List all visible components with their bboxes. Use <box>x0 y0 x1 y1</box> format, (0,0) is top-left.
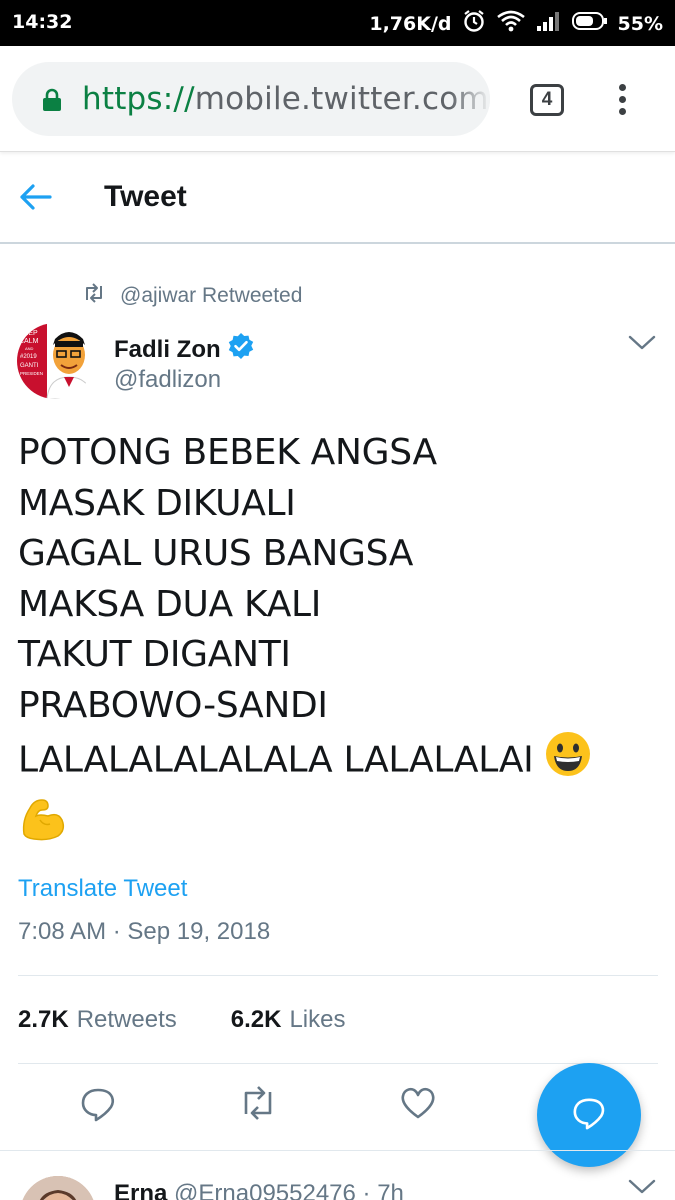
back-arrow-icon[interactable] <box>18 182 52 217</box>
url-bar[interactable]: https://mobile.twitter.com/fadlizon <box>12 62 490 136</box>
reply-avatar[interactable] <box>20 1176 96 1200</box>
status-icons: 1,76K/d 55% <box>369 9 663 38</box>
battery-percent: 55% <box>617 12 663 35</box>
battery-icon <box>571 11 608 36</box>
chevron-down-icon[interactable] <box>628 1178 656 1200</box>
reply-author-name: Erna <box>114 1180 168 1200</box>
url-text: https://mobile.twitter.com/fadlizon <box>82 81 490 117</box>
tweet-line: TAKUT DIGANTI <box>18 634 291 675</box>
verified-badge-icon <box>227 332 255 367</box>
tweet-line: LALALALALALALA LALALALAI <box>18 739 534 781</box>
tweet-line: MASAK DIKUALI <box>18 482 296 524</box>
grinning-face-icon <box>545 731 591 792</box>
retweets-stat[interactable]: 2.7K Retweets <box>18 1006 177 1034</box>
avatar-text-5: GANTI <box>20 363 39 369</box>
url-rest: mobile.twitter.com/fadlizon <box>194 81 490 117</box>
reply-handle-time: @Erna09552476 · 7h <box>174 1180 404 1200</box>
author-name-text: Fadli Zon <box>114 335 221 363</box>
tweet-stats: 2.7K Retweets 6.2K Likes <box>18 1006 345 1034</box>
avatar-text-3: AND <box>25 346 34 351</box>
page-header: Tweet <box>0 152 675 244</box>
browser-toolbar: https://mobile.twitter.com/fadlizon 4 <box>0 46 675 152</box>
avatar-text-4: #2019 <box>20 354 37 360</box>
divider <box>18 1063 658 1064</box>
overflow-menu-icon[interactable] <box>616 84 628 120</box>
avatar-text-6: PRESIDEN <box>20 371 43 376</box>
retweet-icon[interactable] <box>238 1086 278 1125</box>
alarm-icon <box>462 9 486 38</box>
reply-bubble-icon <box>572 1096 606 1135</box>
tweet-text: POTONG BEBEK ANGSA MASAK DIKUALI GAGAL U… <box>18 428 658 856</box>
retweet-small-icon <box>82 283 106 309</box>
tweet-last-line: LALALALALALALA LALALALAI <box>18 731 658 792</box>
tweet-line: MAKSA DUA KALI <box>18 583 322 625</box>
divider <box>18 975 658 976</box>
tweet-line: POTONG BEBEK ANGSA <box>18 432 437 473</box>
status-time: 14:32 <box>12 11 73 33</box>
reply-list-item[interactable]: Erna @Erna09552476 · 7h <box>0 1160 675 1200</box>
like-heart-icon[interactable] <box>400 1086 436 1125</box>
avatar-text-1: KEEP <box>19 330 38 337</box>
translate-tweet-link[interactable]: Translate Tweet <box>18 875 187 903</box>
wifi-icon <box>496 10 526 37</box>
avatar[interactable]: KEEP CALM AND #2019 GANTI PRESIDEN <box>17 323 93 399</box>
reply-icon[interactable] <box>80 1086 116 1127</box>
url-fade <box>450 62 490 136</box>
network-speed: 1,76K/d <box>369 12 452 35</box>
divider <box>0 1150 675 1151</box>
retweets-count: 2.7K <box>18 1006 69 1033</box>
avatar-text-2: CALM <box>19 338 39 345</box>
tweet-line: PRABOWO-SANDI <box>18 684 328 726</box>
status-bar: 14:32 1,76K/d 55% <box>0 0 675 46</box>
reply-author: Erna @Erna09552476 · 7h <box>114 1180 404 1200</box>
url-scheme: https:// <box>82 81 195 117</box>
lock-icon <box>42 88 62 117</box>
flexed-biceps-icon <box>18 794 658 857</box>
likes-label: Likes <box>289 1006 346 1033</box>
signal-icon <box>536 10 562 37</box>
page-title: Tweet <box>104 180 187 213</box>
author-name[interactable]: Fadli Zon <box>114 332 255 367</box>
compose-reply-button[interactable] <box>537 1063 641 1167</box>
tweet-timestamp: 7:08 AM · Sep 19, 2018 <box>18 918 271 945</box>
retweeted-by[interactable]: @ajiwar Retweeted <box>82 283 302 309</box>
tab-switcher-button[interactable]: 4 <box>530 84 564 116</box>
likes-stat[interactable]: 6.2K Likes <box>231 1006 346 1034</box>
retweets-label: Retweets <box>76 1006 177 1033</box>
author-handle[interactable]: @fadlizon <box>114 366 221 394</box>
likes-count: 6.2K <box>230 1006 282 1033</box>
tweet-line: GAGAL URUS BANGSA <box>18 533 414 574</box>
retweeted-by-text: @ajiwar Retweeted <box>120 284 303 307</box>
chevron-down-icon[interactable] <box>628 334 656 357</box>
